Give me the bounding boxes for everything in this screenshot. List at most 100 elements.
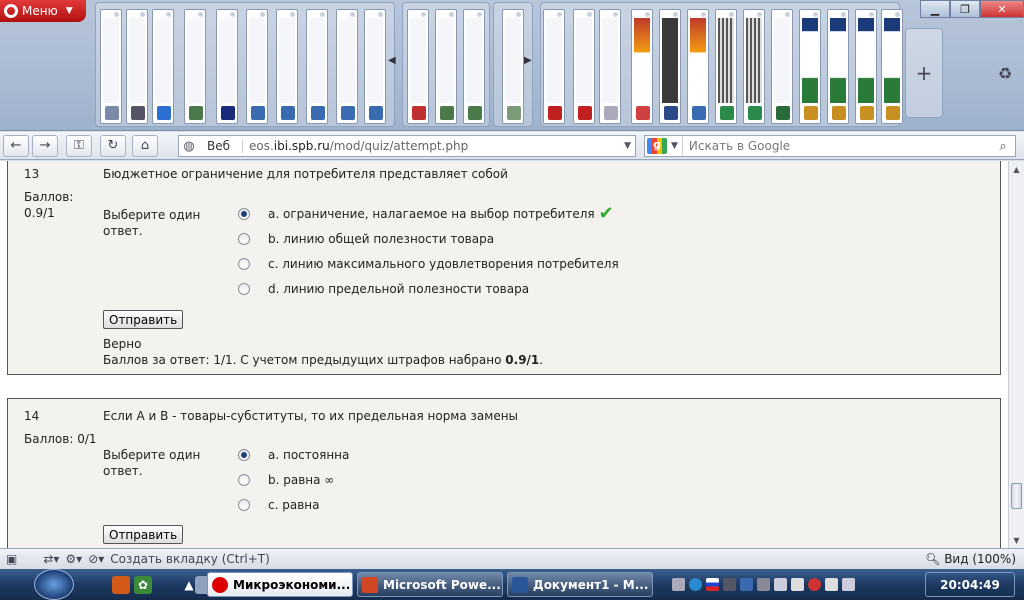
radio-button[interactable] (238, 474, 250, 486)
tab-thumbnail[interactable] (152, 9, 174, 124)
tab-thumbnail[interactable] (659, 9, 681, 124)
page-favicon-icon (604, 106, 618, 120)
radio-selected[interactable] (238, 449, 250, 461)
network-icon[interactable] (791, 578, 804, 591)
radio-button[interactable] (238, 499, 250, 511)
search-field[interactable]: g ▼ Искать в Google ⌕ (644, 135, 1016, 157)
tray-icon[interactable] (672, 578, 685, 591)
panel-toggle-icon[interactable]: ▣ (6, 552, 17, 566)
tray-icon[interactable] (842, 578, 855, 591)
answer-option-a[interactable]: a. ограничение, налагаемое на выбор потр… (238, 205, 614, 223)
close-button[interactable]: ✕ (980, 0, 1024, 18)
reload-icon[interactable]: ↻ (100, 134, 126, 157)
menu-label: Меню (22, 4, 58, 18)
tab-thumbnail[interactable] (502, 9, 524, 124)
tab-scroll-right-icon[interactable]: ▶ (524, 55, 534, 69)
tray-icon[interactable] (757, 578, 770, 591)
tray-icon[interactable] (808, 578, 821, 591)
maximize-button[interactable]: ❐ (950, 0, 980, 18)
chevron-down-icon[interactable]: ▼ (624, 141, 631, 151)
tab-thumbnail[interactable] (276, 9, 298, 124)
radio-button[interactable] (238, 233, 250, 245)
answer-option-a[interactable]: a. постоянна (238, 446, 349, 464)
sync-icon[interactable]: ⇄▾ (43, 552, 59, 566)
tab-thumbnail[interactable] (216, 9, 238, 124)
tab-thumbnail[interactable] (599, 9, 621, 124)
back-arrow-icon[interactable]: ← (3, 134, 29, 157)
vertical-scrollbar[interactable]: ▲ ▼ (1008, 161, 1024, 548)
search-input[interactable]: Искать в Google (681, 137, 991, 155)
taskbar-item-word[interactable]: Документ1 - M... (507, 572, 653, 597)
scroll-up-icon[interactable]: ▲ (1009, 161, 1024, 177)
tab-thumbnail[interactable] (100, 9, 122, 124)
answer-option-c[interactable]: c. линию максимального удовлетворения по… (238, 255, 619, 273)
tab-scroll-left-icon[interactable]: ◀ (388, 55, 398, 69)
chevron-down-icon[interactable]: ▼ (671, 141, 678, 151)
new-tab-plus-icon[interactable]: + (905, 28, 943, 118)
tray-icon[interactable] (723, 578, 736, 591)
tab-thumbnail[interactable] (336, 9, 358, 124)
page-favicon-icon (189, 106, 203, 120)
zoom-indicator[interactable]: 🔍︎ Вид (100%) (925, 552, 1016, 566)
forward-arrow-icon[interactable]: → (32, 134, 58, 157)
address-url[interactable]: eos.ibi.spb.ru/mod/quiz/attempt.php (243, 139, 468, 153)
address-field[interactable]: ◍ Веб eos.ibi.spb.ru/mod/quiz/attempt.ph… (178, 135, 636, 157)
question-13: 13 Бюджетное ограничение для потребителя… (7, 161, 1001, 375)
tab-thumbnail[interactable] (463, 9, 485, 124)
submit-button[interactable]: Отправить (103, 310, 184, 329)
scroll-down-icon[interactable]: ▼ (1009, 532, 1024, 548)
taskbar-item-opera[interactable]: Микроэкономи... (207, 572, 353, 597)
home-icon[interactable]: ⌂ (132, 134, 158, 157)
volume-icon[interactable] (825, 578, 838, 591)
scrollbar-thumb[interactable] (1011, 483, 1022, 509)
tab-thumbnail[interactable] (126, 9, 148, 124)
minimize-button[interactable]: ▁ (920, 0, 950, 18)
tab-thumbnail[interactable] (743, 9, 765, 124)
start-button[interactable] (34, 569, 74, 600)
tab-thumbnail[interactable] (573, 9, 595, 124)
opera-menu-button[interactable]: Меню ▼ (0, 0, 86, 22)
tab-thumbnail[interactable] (543, 9, 565, 124)
checkmark-icon: ✔ (598, 203, 614, 224)
unite-icon[interactable]: ⚙▾ (65, 552, 82, 566)
answer-option-d[interactable]: d. линию предельной полезности товара (238, 280, 529, 298)
submit-button[interactable]: Отправить (103, 525, 184, 544)
tab-thumbnail[interactable] (407, 9, 429, 124)
tab-thumbnail[interactable] (306, 9, 328, 124)
taskbar-item-powerpoint[interactable]: Microsoft Powe... (357, 572, 503, 597)
tab-thumbnail[interactable] (715, 9, 737, 124)
tray-icon[interactable] (689, 578, 702, 591)
page-favicon-icon (281, 106, 295, 120)
answer-option-b[interactable]: b. линию общей полезности товара (238, 230, 494, 248)
tab-thumbnail[interactable] (364, 9, 386, 124)
radio-button[interactable] (238, 258, 250, 270)
page-favicon-icon (440, 106, 454, 120)
search-icon[interactable]: ⌕ (991, 139, 1015, 154)
tray-icon[interactable] (774, 578, 787, 591)
page-favicon-icon (804, 106, 818, 120)
tab-thumbnail[interactable] (435, 9, 457, 124)
radio-selected[interactable] (238, 208, 250, 220)
new-tab-link[interactable]: Создать вкладку (Ctrl+T) (110, 552, 270, 566)
tray-icon[interactable] (740, 578, 753, 591)
tab-thumbnail[interactable] (246, 9, 268, 124)
language-flag-icon[interactable] (706, 578, 719, 591)
icq-icon[interactable]: ✿ (134, 576, 152, 594)
answer-option-c[interactable]: c. равна (238, 496, 319, 514)
tab-thumbnail[interactable] (687, 9, 709, 124)
tab-thumbnail[interactable] (881, 9, 903, 124)
answer-option-b[interactable]: b. равна ∞ (238, 471, 334, 489)
radio-button[interactable] (238, 283, 250, 295)
tab-thumbnail[interactable] (771, 9, 793, 124)
tab-thumbnail[interactable] (184, 9, 206, 124)
turbo-icon[interactable]: ⊘▾ (88, 552, 104, 566)
tab-group-1 (95, 2, 395, 127)
tab-thumbnail[interactable] (855, 9, 877, 124)
tab-thumbnail[interactable] (827, 9, 849, 124)
tab-thumbnail[interactable] (799, 9, 821, 124)
key-icon[interactable]: ⚿ (66, 134, 92, 157)
firefox-icon[interactable] (112, 576, 130, 594)
trash-icon[interactable]: ♻ (994, 64, 1016, 86)
clock[interactable]: 20:04:49 (925, 572, 1015, 597)
tab-thumbnail[interactable] (631, 9, 653, 124)
